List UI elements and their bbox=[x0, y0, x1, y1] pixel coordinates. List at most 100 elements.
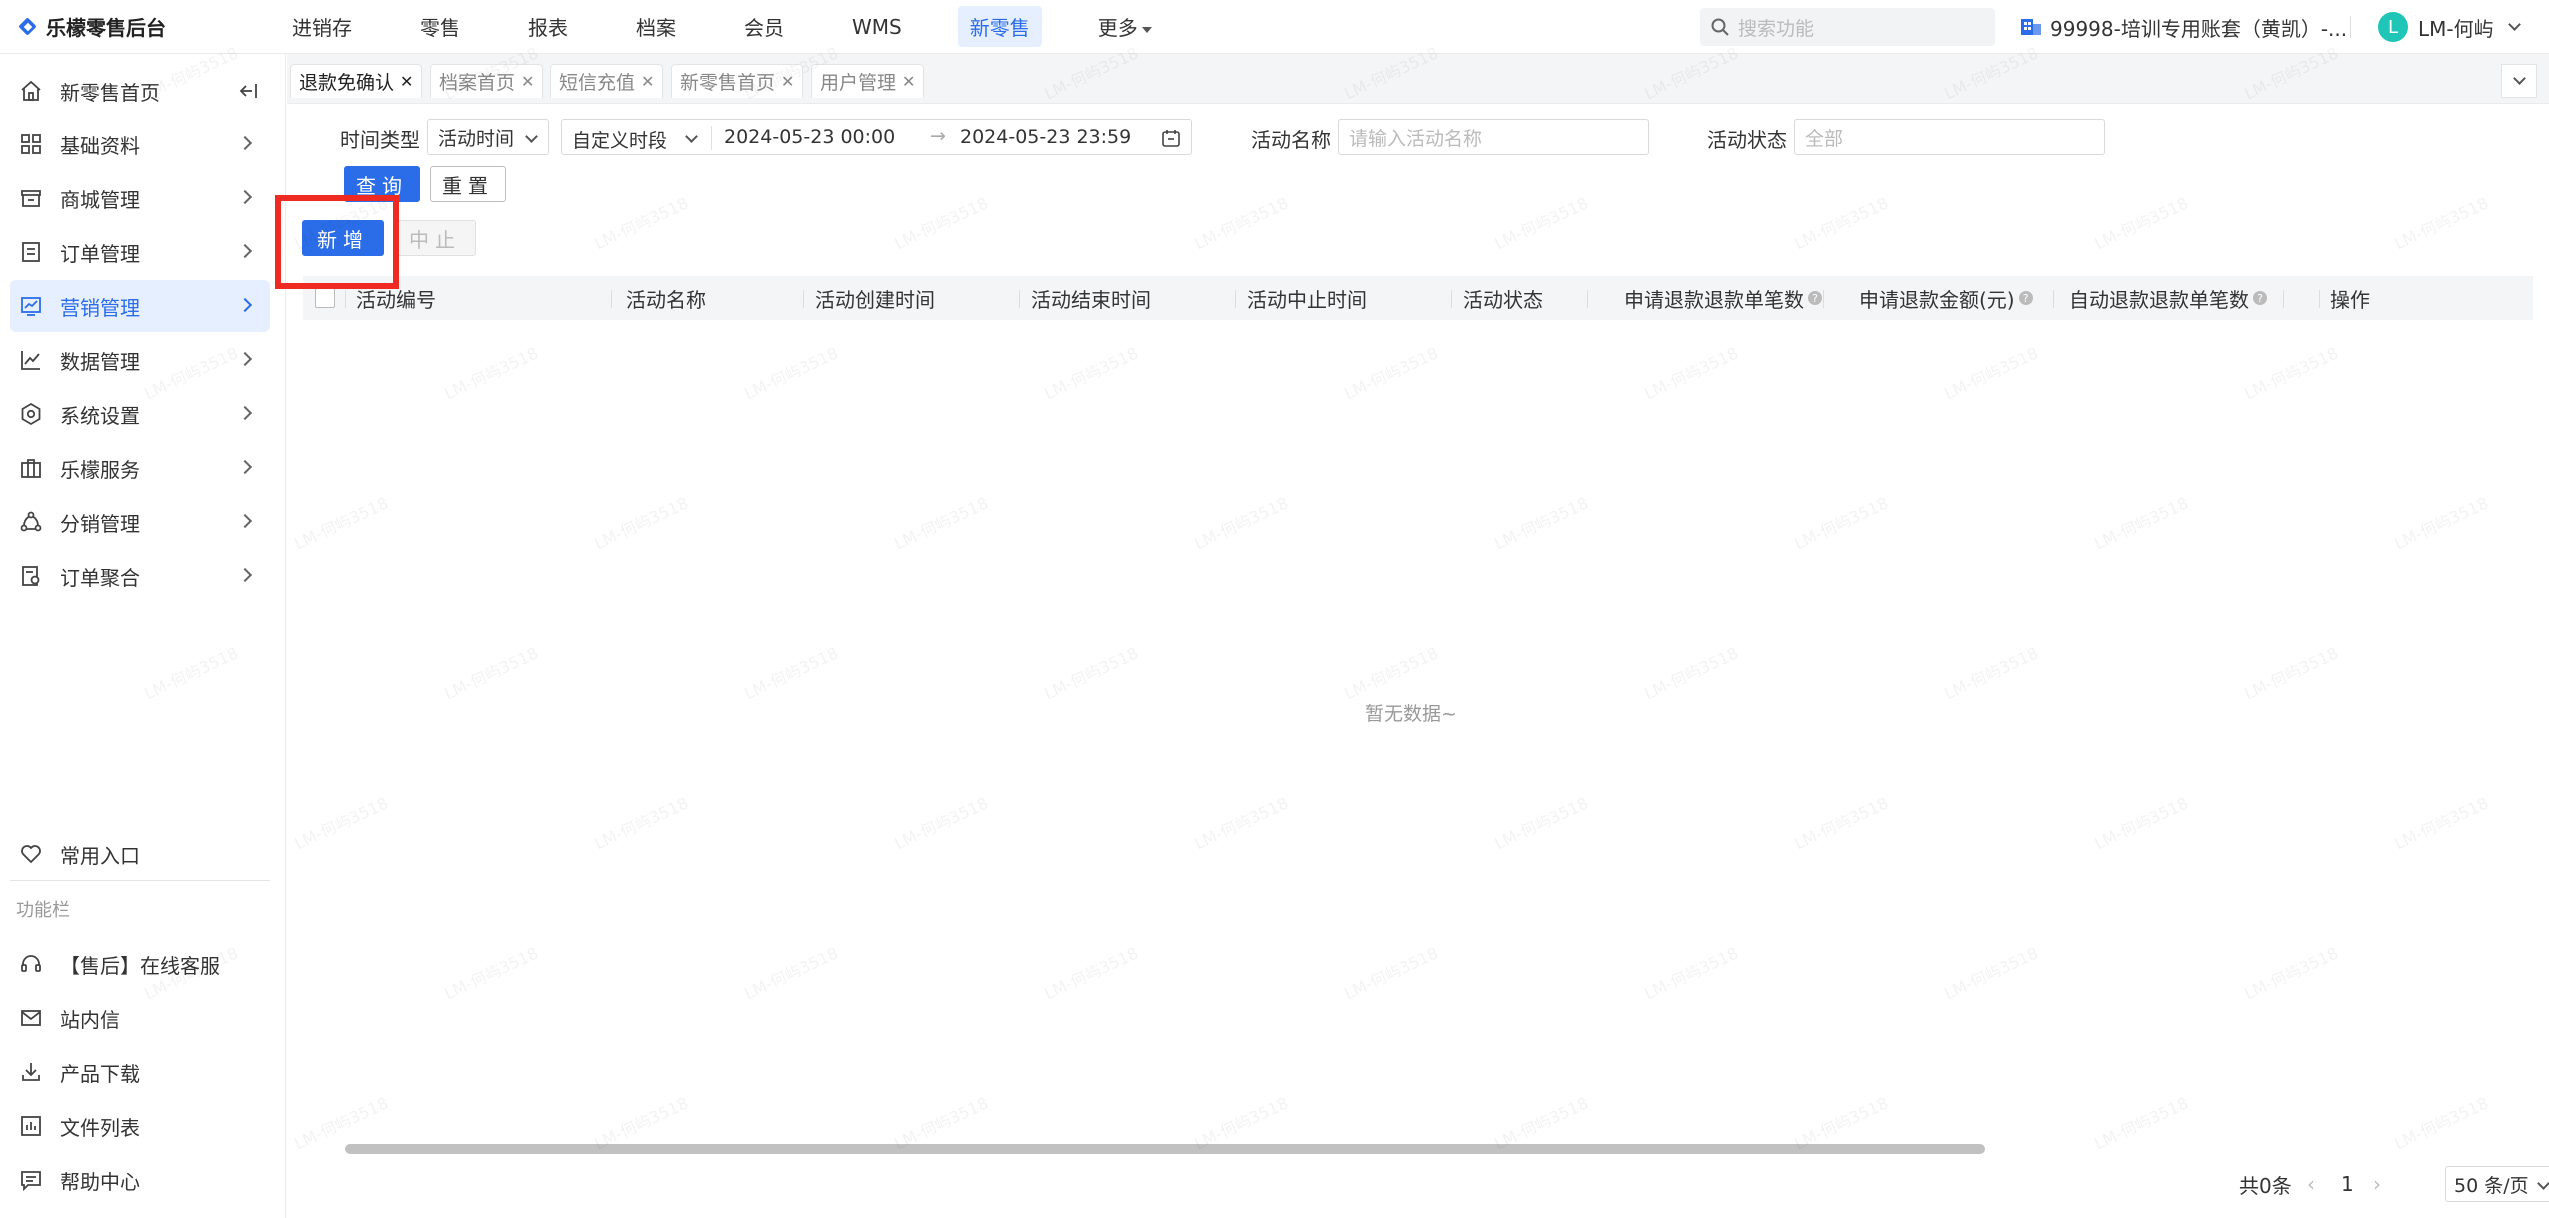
help-tooltip-icon[interactable]: ? bbox=[2018, 291, 2033, 305]
account-switcher[interactable]: 99998-培训专用账套（黄凯）-... bbox=[2020, 0, 2347, 54]
column-label: 活动创建时间 bbox=[815, 287, 935, 312]
time-type-value: 活动时间 bbox=[438, 127, 515, 150]
tab-user-management[interactable]: 用户管理 ✕ bbox=[811, 64, 925, 98]
sidebar-item-mall[interactable]: 商城管理 bbox=[10, 172, 270, 224]
start-time[interactable]: 2024-05-23 00:00 bbox=[724, 126, 895, 148]
aggregate-icon bbox=[18, 563, 44, 589]
sidebar-item-order-aggregate[interactable]: 订单聚合 bbox=[10, 550, 270, 602]
stop-button[interactable]: 中止 bbox=[394, 220, 476, 256]
sidebar-item-label: 订单聚合 bbox=[60, 565, 140, 590]
reset-button[interactable]: 重置 bbox=[430, 166, 506, 202]
search-input[interactable]: 搜索功能 bbox=[1700, 8, 1995, 46]
tabs-menu-button[interactable] bbox=[2501, 64, 2537, 98]
user-menu[interactable]: L LM-何屿 bbox=[2378, 0, 2521, 54]
page-size-select[interactable]: 50 条/页 bbox=[2445, 1166, 2549, 1202]
sidebar-divider bbox=[10, 880, 270, 881]
column-label: 活动结束时间 bbox=[1031, 287, 1151, 312]
sidebar-item-label: 分销管理 bbox=[60, 511, 140, 536]
sidebar-item-online-support[interactable]: 【售后】在线客服 bbox=[10, 938, 270, 990]
chevron-right-icon bbox=[237, 297, 253, 313]
column-stop-time[interactable]: 活动中止时间 bbox=[1247, 276, 1367, 320]
tab-refund-auto-confirm[interactable]: 退款免确认 ✕ bbox=[290, 64, 423, 98]
column-divider bbox=[1587, 290, 1588, 308]
select-all-checkbox[interactable] bbox=[315, 288, 335, 308]
chevron-right-icon bbox=[237, 567, 253, 583]
sidebar-item-label: 【售后】在线客服 bbox=[60, 953, 220, 978]
close-icon[interactable]: ✕ bbox=[521, 72, 534, 91]
close-icon[interactable]: ✕ bbox=[641, 72, 654, 91]
chevron-right-icon bbox=[237, 243, 253, 259]
collapse-sidebar-icon[interactable] bbox=[236, 79, 260, 103]
close-icon[interactable]: ✕ bbox=[902, 72, 915, 91]
close-icon[interactable]: ✕ bbox=[400, 72, 413, 91]
search-icon bbox=[1711, 18, 1729, 36]
grid-icon bbox=[18, 131, 44, 157]
user-name: LM-何屿 bbox=[2418, 16, 2494, 41]
avatar: L bbox=[2378, 12, 2408, 42]
sidebar-item-label: 帮助中心 bbox=[60, 1169, 140, 1194]
sidebar-item-orders[interactable]: 订单管理 bbox=[10, 226, 270, 278]
sidebar-item-messages[interactable]: 站内信 bbox=[10, 992, 270, 1044]
column-divider bbox=[611, 290, 612, 308]
period-value[interactable]: 自定义时段 bbox=[572, 126, 667, 153]
close-icon[interactable]: ✕ bbox=[781, 72, 794, 91]
chevron-down-icon bbox=[2507, 18, 2521, 31]
sidebar-item-data[interactable]: 数据管理 bbox=[10, 334, 270, 386]
sidebar-item-downloads[interactable]: 产品下载 bbox=[10, 1046, 270, 1098]
nav-more-label: 更多 bbox=[1097, 16, 1138, 40]
sidebar-item-basic-data[interactable]: 基础资料 bbox=[10, 118, 270, 170]
sidebar: 新零售首页 基础资料 商城管理 订单管理 营销管理 数据管理 系统设置 乐檬服务 bbox=[0, 54, 286, 1218]
column-auto-refund-count[interactable]: 自动退款退款单笔数? bbox=[2069, 276, 2267, 320]
nav-item-member[interactable]: 会员 bbox=[732, 6, 796, 47]
tab-new-retail-home[interactable]: 新零售首页 ✕ bbox=[671, 64, 804, 98]
sidebar-item-distribution[interactable]: 分销管理 bbox=[10, 496, 270, 548]
nav-item-wms[interactable]: WMS bbox=[840, 9, 914, 45]
help-tooltip-icon[interactable]: ? bbox=[2253, 291, 2267, 305]
column-refund-amount[interactable]: 申请退款金额(元)? bbox=[1859, 276, 2033, 320]
activity-status-select[interactable]: 全部 bbox=[1794, 119, 2105, 155]
nav-item-retail[interactable]: 零售 bbox=[408, 6, 472, 47]
end-time[interactable]: 2024-05-23 23:59 bbox=[960, 126, 1131, 148]
sidebar-item-settings[interactable]: 系统设置 bbox=[10, 388, 270, 440]
tab-archive-home[interactable]: 档案首页 ✕ bbox=[430, 64, 544, 98]
activity-name-input[interactable]: 请输入活动名称 bbox=[1338, 119, 1649, 155]
page-number[interactable]: 1 bbox=[2341, 1166, 2354, 1202]
sidebar-item-new-retail-home[interactable]: 新零售首页 bbox=[10, 65, 270, 117]
search-placeholder: 搜索功能 bbox=[1738, 17, 1815, 40]
column-divider bbox=[1019, 290, 1020, 308]
sidebar-item-file-list[interactable]: 文件列表 bbox=[10, 1100, 270, 1152]
next-page-icon[interactable]: › bbox=[2373, 1166, 2381, 1202]
nav-item-reports[interactable]: 报表 bbox=[516, 6, 580, 47]
sidebar-item-lemeng-service[interactable]: 乐檬服务 bbox=[10, 442, 270, 494]
column-activity-name[interactable]: 活动名称 bbox=[626, 276, 706, 320]
account-name: 99998-培训专用账套（黄凯）-... bbox=[2050, 16, 2348, 41]
mail-icon bbox=[18, 1005, 44, 1031]
time-type-select[interactable]: 活动时间 bbox=[427, 119, 549, 155]
sidebar-item-label: 新零售首页 bbox=[60, 80, 160, 105]
sidebar-item-favorites[interactable]: 常用入口 bbox=[10, 828, 270, 880]
app-logo[interactable]: 乐檬零售后台 bbox=[0, 12, 280, 41]
calendar-icon[interactable] bbox=[1161, 128, 1181, 148]
nav-item-inventory[interactable]: 进销存 bbox=[280, 6, 364, 47]
function-section-label: 功能栏 bbox=[16, 900, 70, 921]
prev-page-icon[interactable]: ‹ bbox=[2307, 1166, 2315, 1202]
help-tooltip-icon[interactable]: ? bbox=[1808, 291, 1822, 305]
nav-item-more[interactable]: 更多 bbox=[1086, 6, 1164, 47]
tab-sms-recharge[interactable]: 短信充值 ✕ bbox=[550, 64, 664, 98]
column-created-time[interactable]: 活动创建时间 bbox=[815, 276, 935, 320]
nav-item-archive[interactable]: 档案 bbox=[624, 6, 688, 47]
settings-icon bbox=[18, 401, 44, 427]
empty-state-text: 暂无数据~ bbox=[1365, 703, 1457, 725]
sidebar-item-marketing[interactable]: 营销管理 bbox=[10, 280, 270, 332]
sidebar-item-help-center[interactable]: 帮助中心 bbox=[10, 1154, 270, 1206]
marketing-icon bbox=[18, 293, 44, 319]
column-refund-request-count[interactable]: 申请退款退款单笔数? bbox=[1624, 276, 1822, 320]
column-status[interactable]: 活动状态 bbox=[1463, 276, 1543, 320]
chevron-down-icon bbox=[2537, 1177, 2549, 1190]
horizontal-scrollbar[interactable] bbox=[345, 1144, 1985, 1154]
date-range-picker[interactable]: 自定义时段 2024-05-23 00:00 → 2024-05-23 23:5… bbox=[561, 119, 1192, 155]
chevron-right-icon bbox=[237, 513, 253, 529]
column-divider bbox=[345, 290, 346, 308]
column-end-time[interactable]: 活动结束时间 bbox=[1031, 276, 1151, 320]
nav-item-new-retail[interactable]: 新零售 bbox=[957, 6, 1042, 47]
